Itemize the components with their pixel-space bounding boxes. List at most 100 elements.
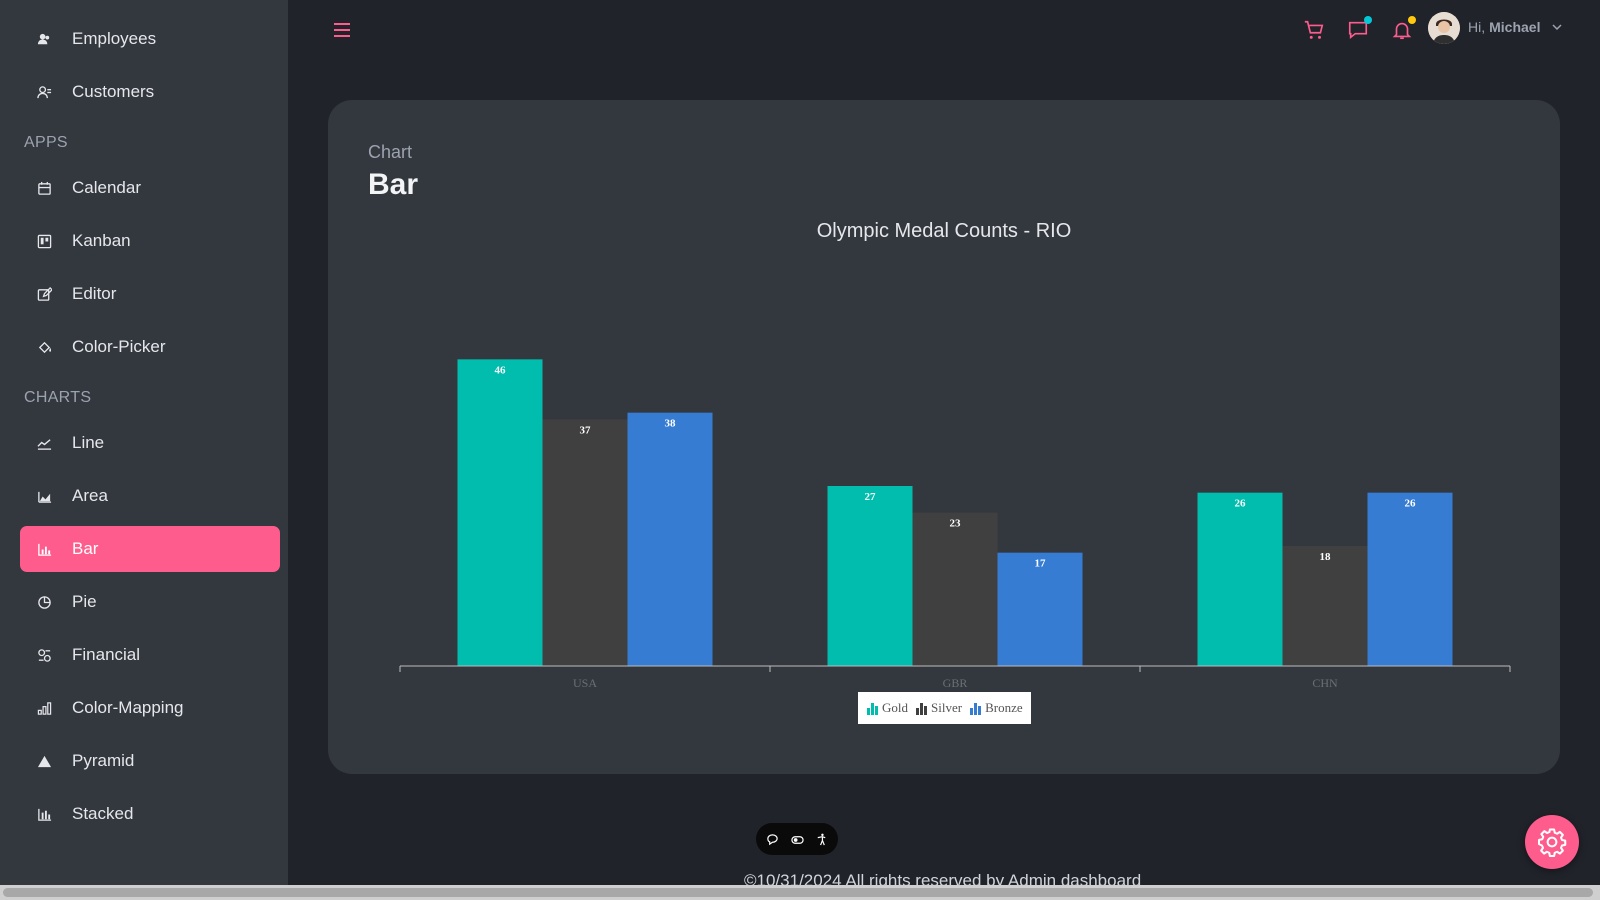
bar-chart-icon xyxy=(36,541,52,557)
sidebar-item-label: Bar xyxy=(72,539,99,558)
comment-button[interactable] xyxy=(765,831,781,847)
legend-bar-icon xyxy=(916,702,927,715)
chat-button[interactable] xyxy=(1344,16,1372,44)
sidebar-item-line[interactable]: Line xyxy=(20,420,280,466)
sidebar-item-financial[interactable]: Financial xyxy=(20,632,280,678)
chart-title: Olympic Medal Counts - RIO xyxy=(817,220,1072,242)
sidebar-item-label: Kanban xyxy=(72,231,131,250)
x-tick-label: CHN xyxy=(1312,676,1338,690)
financial-icon xyxy=(36,647,52,663)
greeting-text: Hi, xyxy=(1468,19,1486,35)
area-chart-icon xyxy=(36,488,52,504)
legend-bar-icon xyxy=(867,702,878,715)
bar-silver-gbr[interactable] xyxy=(912,512,998,666)
legend-bar-icon xyxy=(970,702,982,715)
sidebar-item-pyramid[interactable]: Pyramid xyxy=(20,738,280,784)
bar-gold-usa[interactable] xyxy=(457,359,543,666)
scrollbar-thumb[interactable] xyxy=(3,888,1593,897)
data-label: 23 xyxy=(950,518,962,530)
notification-badge xyxy=(1408,16,1416,24)
cart-button[interactable] xyxy=(1300,16,1328,44)
sidebar-item-label: Pie xyxy=(72,592,97,611)
sidebar-item-label: Customers xyxy=(72,82,155,101)
sidebar-item-label: Calendar xyxy=(72,178,141,197)
chat-badge xyxy=(1364,16,1372,24)
sidebar-item-label: Employees xyxy=(72,29,157,48)
gear-icon xyxy=(1538,828,1567,857)
user-greeting[interactable]: Hi, Michael xyxy=(1468,19,1540,35)
stacked-icon xyxy=(36,806,52,822)
sidebar-item-label: Editor xyxy=(72,284,117,303)
sidebar-item-kanban[interactable]: Kanban xyxy=(20,218,280,264)
bar-silver-usa[interactable] xyxy=(542,419,628,666)
toggle-icon xyxy=(790,835,804,844)
x-axis-ticks: USA GBR CHN xyxy=(399,666,1511,690)
sidebar-item-label: Pyramid xyxy=(72,751,135,770)
notification-button[interactable] xyxy=(1388,16,1416,44)
x-tick-label: USA xyxy=(573,676,597,690)
sidebar-item-label: Line xyxy=(72,433,105,452)
accessibility-button[interactable] xyxy=(814,831,830,847)
avatar[interactable] xyxy=(1428,12,1460,44)
data-label: 17 xyxy=(1035,558,1047,570)
sidebar-item-label: Color-Mapping xyxy=(72,698,184,717)
pie-chart-icon xyxy=(36,594,52,610)
section-apps: APPS xyxy=(24,134,68,151)
sidebar-item-pie[interactable]: Pie xyxy=(20,579,280,625)
legend-label: Silver xyxy=(931,700,963,715)
customers-icon xyxy=(36,84,52,100)
bar-bronze-chn[interactable] xyxy=(1367,492,1453,666)
sidebar-item-color-mapping[interactable]: Color-Mapping xyxy=(20,685,280,731)
data-label: 38 xyxy=(665,418,677,430)
sidebar-item-color-picker[interactable]: Color-Picker xyxy=(20,324,280,370)
pyramid-icon xyxy=(36,753,52,769)
comment-icon xyxy=(767,833,778,845)
sidebar: Employees Customers APPS Calendar Kanban… xyxy=(0,0,288,885)
settings-button[interactable] xyxy=(1525,815,1579,869)
hamburger-icon xyxy=(334,23,350,37)
chart-card: Chart Bar Olympic Medal Counts - RIO 46 3… xyxy=(328,100,1560,774)
data-label: 26 xyxy=(1235,498,1247,510)
legend-item-bronze[interactable]: Bronze xyxy=(969,700,1023,716)
data-label: 26 xyxy=(1405,498,1417,510)
toggle-button[interactable] xyxy=(789,831,805,847)
bar-gold-gbr[interactable] xyxy=(827,486,913,666)
sidebar-item-label: Area xyxy=(72,486,108,505)
accessibility-icon xyxy=(817,833,826,845)
legend-item-silver[interactable]: Silver xyxy=(915,700,962,716)
sidebar-item-label: Stacked xyxy=(72,804,134,823)
sidebar-item-calendar[interactable]: Calendar xyxy=(20,165,280,211)
chart-bars: 46 37 38 27 23 17 26 18 26 xyxy=(457,359,1453,666)
editor-icon xyxy=(36,286,52,302)
legend-item-gold[interactable]: Gold xyxy=(866,700,908,716)
legend-label: Gold xyxy=(882,700,908,715)
legend-label: Bronze xyxy=(985,700,1023,715)
chevron-down-icon[interactable] xyxy=(1550,20,1564,34)
data-label: 27 xyxy=(865,491,877,503)
bar-silver-chn[interactable] xyxy=(1282,546,1368,666)
color-mapping-icon xyxy=(36,700,52,716)
chart-legend: Gold Silver Bronze xyxy=(858,692,1031,724)
color-picker-icon xyxy=(36,339,52,355)
sidebar-item-employees[interactable]: Employees xyxy=(20,16,280,62)
cart-icon xyxy=(1304,20,1324,39)
sidebar-item-label: Financial xyxy=(72,645,141,664)
menu-toggle-button[interactable] xyxy=(330,18,354,42)
sidebar-item-customers[interactable]: Customers xyxy=(20,69,280,115)
data-label: 37 xyxy=(580,424,592,436)
sidebar-item-label: Color-Picker xyxy=(72,337,166,356)
accessibility-toolbar xyxy=(756,823,838,855)
line-chart-icon xyxy=(36,435,52,451)
bar-chart: Olympic Medal Counts - RIO 46 37 38 27 23 17 2… xyxy=(399,220,1511,690)
sidebar-item-editor[interactable]: Editor xyxy=(20,271,280,317)
bar-gold-chn[interactable] xyxy=(1197,492,1283,666)
employees-icon xyxy=(36,31,52,47)
section-charts: CHARTS xyxy=(24,389,92,406)
horizontal-scrollbar[interactable] xyxy=(0,885,1600,900)
sidebar-item-area[interactable]: Area xyxy=(20,473,280,519)
bar-bronze-usa[interactable] xyxy=(627,412,713,666)
user-name: Michael xyxy=(1489,19,1541,35)
calendar-icon xyxy=(36,180,52,196)
sidebar-item-bar[interactable]: Bar xyxy=(20,526,280,572)
sidebar-item-stacked[interactable]: Stacked xyxy=(20,791,280,837)
